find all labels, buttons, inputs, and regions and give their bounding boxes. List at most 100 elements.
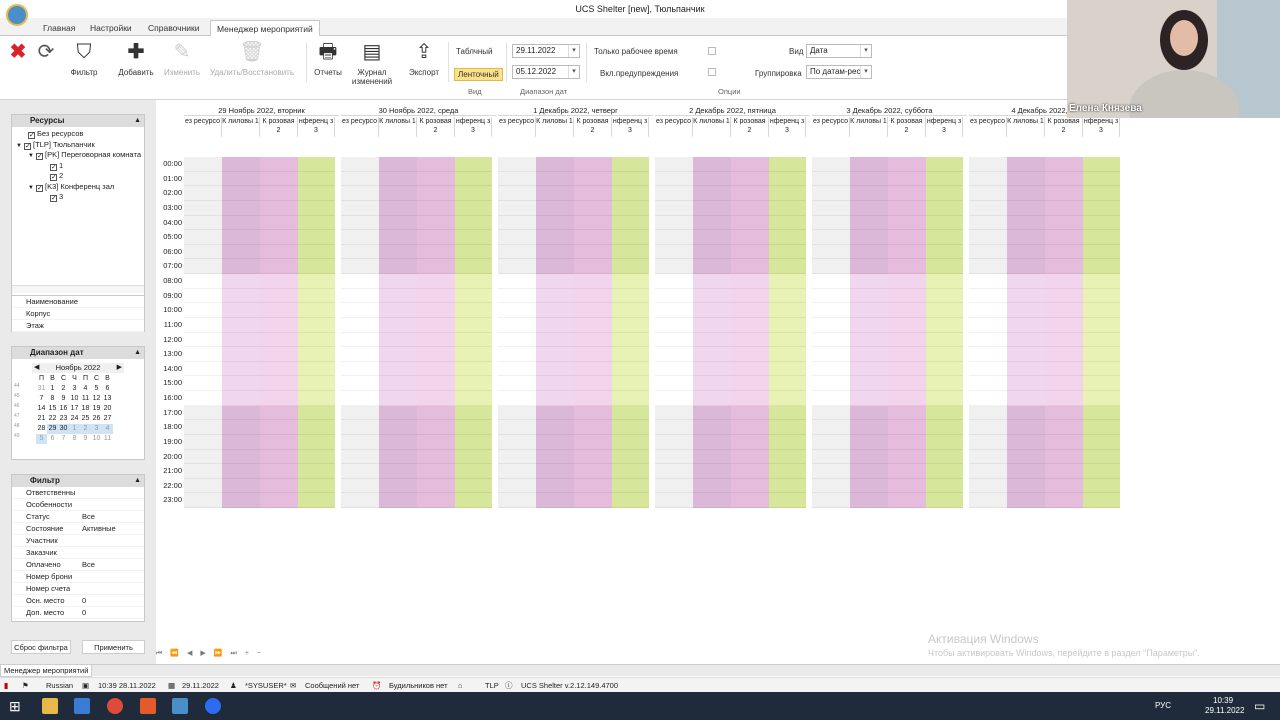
time-slot[interactable] (222, 259, 260, 274)
time-slot[interactable] (184, 347, 222, 362)
time-slot[interactable] (260, 259, 298, 274)
calendar-day[interactable]: 18 (80, 404, 91, 414)
time-slot[interactable] (812, 332, 850, 348)
filter-row[interactable]: Статус Все (12, 511, 144, 523)
time-slot[interactable] (612, 186, 649, 201)
time-slot[interactable] (888, 332, 926, 348)
time-slot[interactable] (184, 376, 222, 391)
time-slot[interactable] (298, 361, 335, 377)
time-slot[interactable] (850, 420, 888, 435)
time-slot[interactable] (536, 230, 574, 245)
time-slot[interactable] (693, 215, 731, 231)
time-slot[interactable] (341, 361, 379, 377)
resource-column-header[interactable]: К лиловы 1 (536, 117, 574, 137)
time-slot[interactable] (341, 274, 379, 289)
time-slot[interactable] (379, 449, 417, 465)
time-slot[interactable] (574, 376, 612, 391)
start-icon[interactable]: ⊞ (9, 698, 25, 714)
time-slot[interactable] (222, 157, 260, 172)
time-slot[interactable] (655, 405, 693, 421)
time-slot[interactable] (693, 361, 731, 377)
time-slot[interactable] (184, 288, 222, 304)
time-slot[interactable] (498, 420, 536, 435)
media-app-icon[interactable] (140, 698, 156, 714)
time-slot[interactable] (812, 171, 850, 187)
add-button[interactable]: ✚ Добавить (114, 40, 158, 77)
time-slot[interactable] (260, 157, 298, 172)
time-slot[interactable] (888, 157, 926, 172)
time-slot[interactable] (812, 405, 850, 421)
time-slot[interactable] (769, 376, 806, 391)
time-slot[interactable] (341, 391, 379, 406)
time-slot[interactable] (655, 493, 693, 508)
time-slot[interactable] (926, 361, 963, 377)
time-slot[interactable] (455, 259, 492, 274)
time-slot[interactable] (574, 288, 612, 304)
time-slot[interactable] (455, 274, 492, 289)
calendar-day[interactable]: 21 (36, 414, 47, 424)
time-slot[interactable] (888, 259, 926, 274)
filter-row[interactable]: Заказчик (12, 547, 144, 559)
taskbar-date[interactable]: 29.11.2022 (1205, 706, 1244, 715)
time-slot[interactable] (379, 361, 417, 377)
time-slot[interactable] (298, 434, 335, 450)
time-slot[interactable] (498, 259, 536, 274)
calendar-day[interactable]: 16 (58, 404, 69, 414)
calendar-day[interactable]: 2 (58, 384, 69, 394)
time-slot[interactable] (655, 171, 693, 187)
time-slot[interactable] (341, 434, 379, 450)
time-slot[interactable] (222, 391, 260, 406)
filter-row[interactable]: Номер брони (12, 571, 144, 583)
time-slot[interactable] (417, 405, 455, 421)
time-slot[interactable] (612, 215, 649, 231)
time-slot[interactable] (498, 478, 536, 494)
time-slot[interactable] (455, 186, 492, 201)
time-slot[interactable] (769, 259, 806, 274)
time-slot[interactable] (1083, 317, 1120, 333)
time-slot[interactable] (536, 200, 574, 216)
time-slot[interactable] (260, 420, 298, 435)
time-slot[interactable] (536, 391, 574, 406)
time-slot[interactable] (222, 303, 260, 318)
resource-column-header[interactable]: ез ресурсо (812, 117, 850, 137)
time-slot[interactable] (693, 391, 731, 406)
time-slot[interactable] (417, 274, 455, 289)
time-slot[interactable] (298, 303, 335, 318)
filter-button[interactable]: ⛉ Фильтр (66, 40, 102, 77)
time-slot[interactable] (693, 317, 731, 333)
time-slot[interactable] (417, 478, 455, 494)
time-slot[interactable] (612, 171, 649, 187)
time-slot[interactable] (341, 478, 379, 494)
time-slot[interactable] (222, 449, 260, 465)
time-slot[interactable] (655, 186, 693, 201)
time-slot[interactable] (812, 200, 850, 216)
time-slot[interactable] (1007, 405, 1045, 421)
day-header[interactable]: 1 Декабрь 2022, четверг (498, 106, 653, 116)
time-slot[interactable] (731, 347, 769, 362)
time-slot[interactable] (1083, 449, 1120, 465)
time-slot[interactable] (655, 478, 693, 494)
time-slot[interactable] (498, 274, 536, 289)
time-slot[interactable] (655, 391, 693, 406)
time-slot[interactable] (612, 391, 649, 406)
refresh-button[interactable]: ⟳ (34, 40, 58, 68)
time-slot[interactable] (260, 376, 298, 391)
time-slot[interactable] (498, 171, 536, 187)
time-slot[interactable] (812, 303, 850, 318)
time-slot[interactable] (969, 478, 1007, 494)
time-slot[interactable] (455, 157, 492, 172)
time-slot[interactable] (612, 434, 649, 450)
time-slot[interactable] (769, 361, 806, 377)
time-slot[interactable] (812, 449, 850, 465)
time-slot[interactable] (812, 420, 850, 435)
time-slot[interactable] (1007, 478, 1045, 494)
time-slot[interactable] (536, 274, 574, 289)
time-slot[interactable] (1007, 464, 1045, 479)
tab-main[interactable]: Главная (37, 20, 81, 36)
tree-item-room-1[interactable]: ✓ 1 (16, 161, 144, 172)
time-slot[interactable] (926, 244, 963, 260)
time-slot[interactable] (298, 244, 335, 260)
nav-prev-page-icon[interactable]: ⏪ (170, 650, 179, 657)
time-slot[interactable] (1083, 303, 1120, 318)
time-slot[interactable] (379, 303, 417, 318)
